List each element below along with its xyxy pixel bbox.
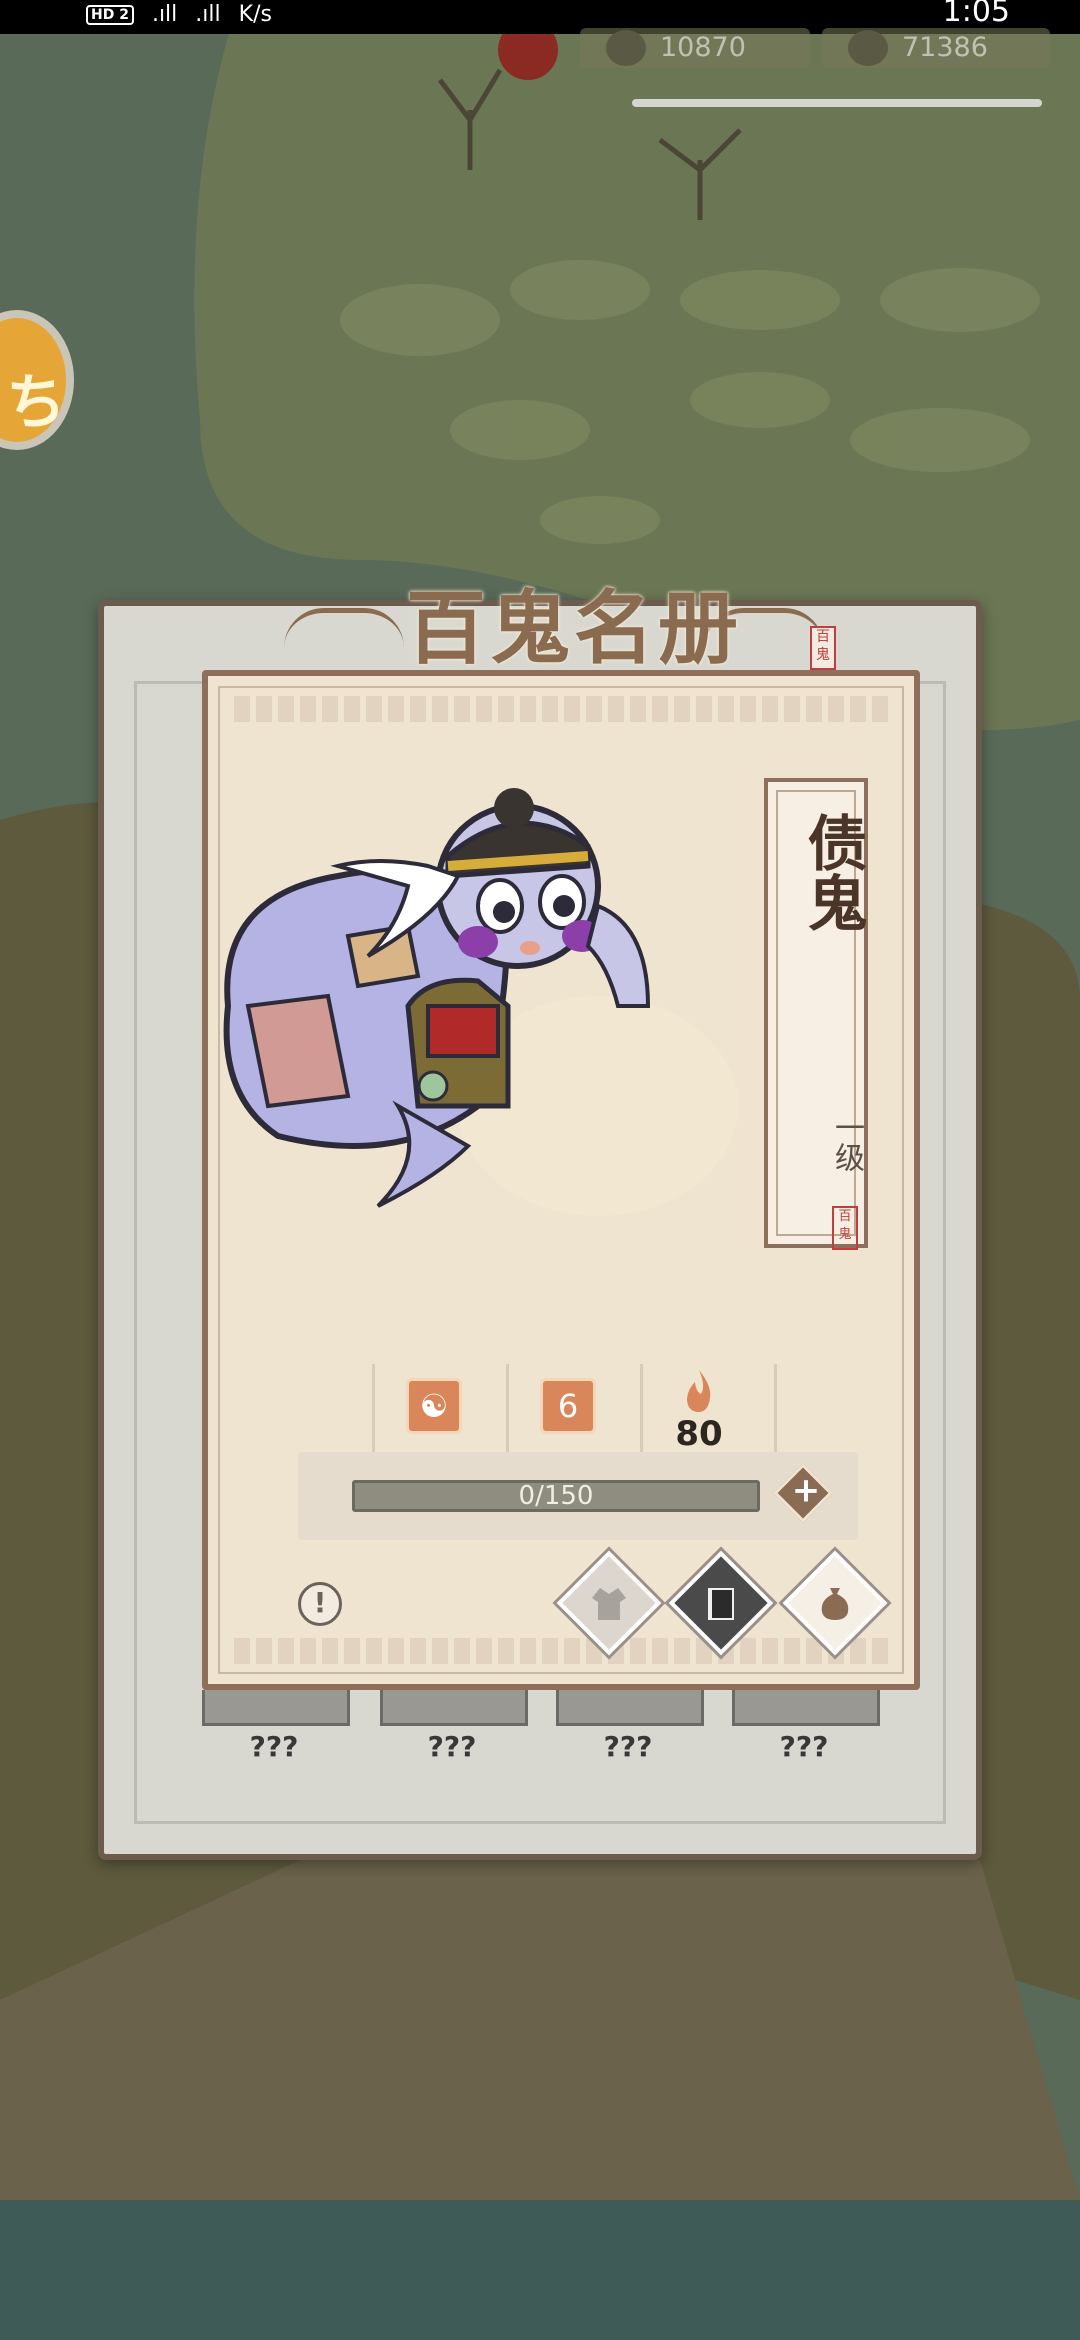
- resource-stone-value: 71386: [902, 32, 988, 63]
- monster-slot-4-label: ???: [779, 1730, 829, 1763]
- monster-slot-3[interactable]: [556, 1690, 704, 1726]
- stats-row: ☯ 6 80: [372, 1364, 782, 1456]
- resource-temple[interactable]: 10870: [580, 28, 810, 68]
- monster-illustration: [223, 788, 738, 1216]
- fret-pattern-top: [234, 696, 888, 722]
- exp-progress-text: 0/150: [518, 1481, 594, 1511]
- monster-slot-1[interactable]: [202, 1690, 350, 1726]
- plus-icon: +: [791, 1470, 821, 1511]
- title-seal: 百鬼: [810, 626, 836, 670]
- top-progress-bar: [632, 99, 1042, 107]
- monster-slot-4[interactable]: [732, 1690, 880, 1726]
- flame-icon: [687, 1370, 711, 1412]
- clock: 1:05: [942, 0, 1010, 29]
- monster-slot-2-label: ???: [427, 1730, 477, 1763]
- temple-icon: [606, 30, 646, 66]
- power-value: 80: [675, 1414, 723, 1454]
- signal-strength-2: .ıll: [195, 2, 221, 27]
- exp-progress-bar: 0/150: [352, 1480, 760, 1512]
- network-speed: K/s: [238, 2, 272, 27]
- name-seal: 百鬼: [832, 1206, 858, 1250]
- add-exp-button[interactable]: +: [773, 1463, 833, 1523]
- monster-level: 一级: [829, 1112, 864, 1172]
- stat-rank[interactable]: 6: [516, 1364, 612, 1456]
- event-icon: ち: [6, 368, 66, 438]
- monster-slot-3-label: ???: [603, 1730, 653, 1763]
- stat-type[interactable]: ☯: [382, 1364, 478, 1456]
- stat-power[interactable]: 80: [650, 1364, 746, 1456]
- info-button[interactable]: !: [298, 1582, 342, 1626]
- resource-stone[interactable]: 71386: [822, 28, 1050, 68]
- stat-divider: [372, 1364, 375, 1456]
- stat-divider: [774, 1364, 777, 1456]
- book-icon: [708, 1588, 734, 1620]
- hd-badge: HD 2: [86, 4, 134, 25]
- resource-temple-value: 10870: [660, 32, 746, 63]
- monster-card: 债鬼 一级 百鬼 ☯ 6 80 0/150 + !: [202, 670, 920, 1690]
- name-plate: 债鬼 一级 百鬼: [764, 778, 868, 1250]
- dialog-title: 百鬼名册: [406, 581, 742, 675]
- resource-bar: 10870 71386: [580, 26, 1050, 70]
- rank-badge-icon: 6: [540, 1378, 596, 1434]
- monster-slot-2[interactable]: [380, 1690, 528, 1726]
- stone-icon: [848, 30, 888, 66]
- monster-name: 债鬼: [797, 812, 867, 932]
- signal-strength-1: .ıll: [151, 2, 178, 27]
- robe-icon: [592, 1588, 626, 1620]
- exp-area: 0/150 +: [298, 1452, 858, 1540]
- monster-slot-1-label: ???: [249, 1730, 299, 1763]
- money-bag-icon: [821, 1588, 849, 1620]
- fret-pattern-bottom: [234, 1638, 888, 1664]
- yin-yang-icon: ☯: [406, 1378, 462, 1434]
- stat-divider: [640, 1364, 643, 1456]
- stat-divider: [506, 1364, 509, 1456]
